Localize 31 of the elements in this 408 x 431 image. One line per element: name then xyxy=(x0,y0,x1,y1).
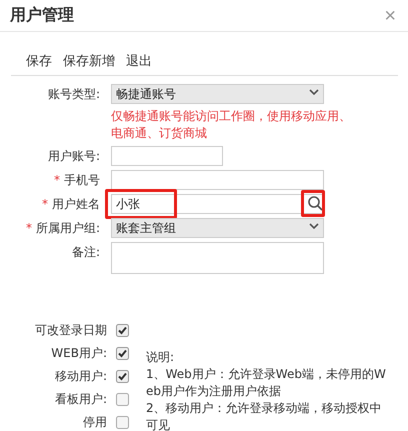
input-field[interactable]: 小张 xyxy=(111,194,324,214)
field-label: * 手机号 xyxy=(53,172,100,189)
checkbox[interactable] xyxy=(116,324,129,337)
checkbox[interactable] xyxy=(116,393,129,406)
checkbox[interactable] xyxy=(116,416,129,429)
field-label: 用户账号: xyxy=(46,148,100,165)
toolbar-button[interactable]: 退出 xyxy=(126,52,152,70)
dropdown-field[interactable]: 账套主管组 xyxy=(111,218,324,238)
input-field[interactable] xyxy=(111,146,223,166)
window-title: 用户管理 xyxy=(10,5,74,26)
field-label: * 用户姓名 xyxy=(41,196,100,213)
option-label: 看板用户: xyxy=(54,391,107,408)
checkbox[interactable] xyxy=(116,370,129,383)
dropdown-field[interactable]: 畅捷通账号 xyxy=(111,84,324,104)
input-field[interactable] xyxy=(111,170,324,190)
field-label: 账号类型: xyxy=(46,86,100,103)
toolbar-button[interactable]: 保存 xyxy=(26,52,52,70)
notes-text: 说明: 1、Web用户：允许登录Web端，未停用的W eb用户作为注册用户依据 2、移动用户：允许登录移动端，移动授权中 可见 xyxy=(146,349,386,431)
chevron-down-icon xyxy=(309,223,319,230)
option-label: 可改登录日期 xyxy=(34,322,107,339)
option-label: 移动用户: xyxy=(54,368,107,385)
chevron-down-icon xyxy=(309,89,319,96)
field-label: 备注: xyxy=(70,244,100,261)
search-icon[interactable] xyxy=(307,195,323,211)
option-label: WEB用户: xyxy=(50,345,107,362)
toolbar-button[interactable]: 保存新增 xyxy=(63,52,115,70)
checkbox[interactable] xyxy=(116,347,129,360)
field-label: * 所属用户组: xyxy=(24,220,100,237)
note-field[interactable] xyxy=(111,242,324,274)
option-label: 停用 xyxy=(82,414,107,431)
hint-text: 仅畅捷通账号能访问工作圈，使用移动应用、 电商通、订货商城 xyxy=(111,108,352,142)
